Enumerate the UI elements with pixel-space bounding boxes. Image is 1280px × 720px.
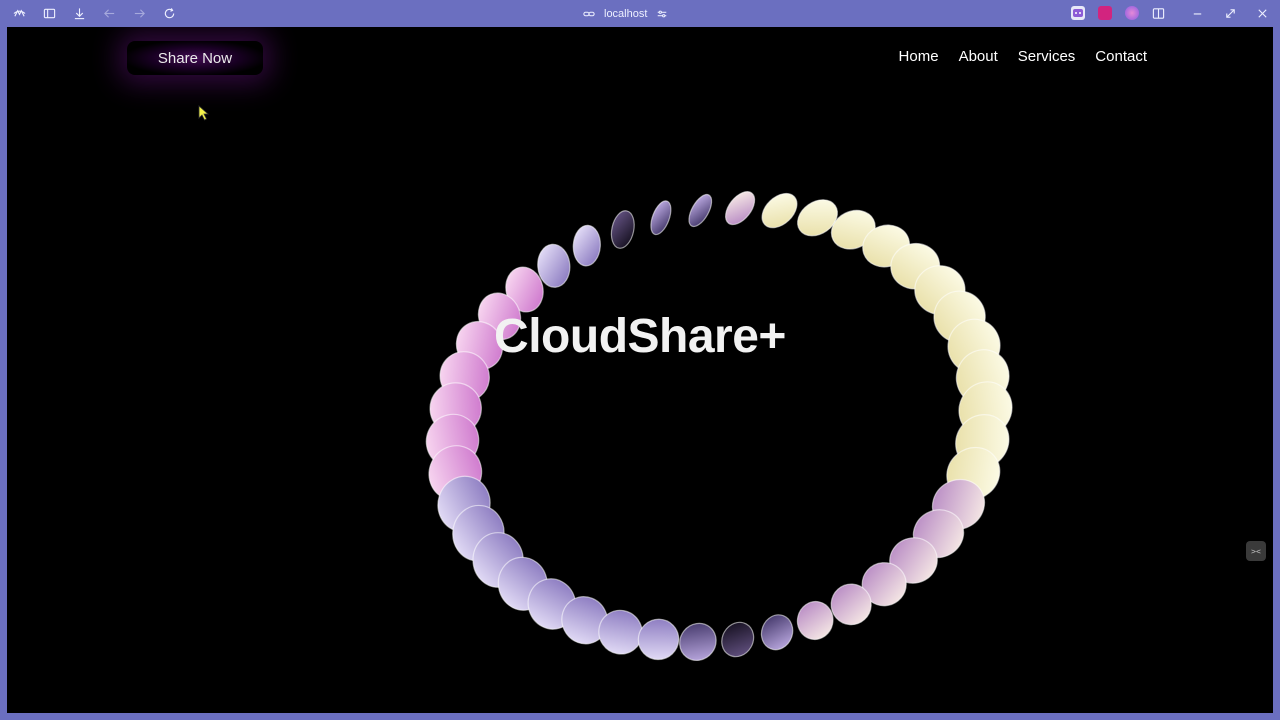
restore-icon[interactable]	[1222, 5, 1239, 22]
extension-icon[interactable]	[1071, 6, 1085, 20]
split-view-icon[interactable]	[1150, 5, 1167, 22]
site-settings-icon[interactable]	[656, 8, 668, 20]
ring-petal	[572, 224, 601, 267]
minimize-icon[interactable]	[1189, 5, 1206, 22]
ring-petal	[796, 600, 834, 641]
address-bar[interactable]: localhost	[583, 5, 668, 22]
extension-icon[interactable]	[1125, 6, 1139, 20]
ring-petal	[610, 210, 635, 249]
browser-logo-icon[interactable]	[11, 5, 28, 22]
mouse-cursor-icon	[198, 105, 210, 121]
reload-icon[interactable]	[161, 5, 178, 22]
side-panel-toggle[interactable]: ><	[1246, 541, 1266, 561]
ring-petal	[761, 192, 798, 229]
ring-petal	[760, 614, 794, 651]
ring-petal	[721, 621, 755, 658]
url-text: localhost	[604, 7, 648, 20]
hero-title: CloudShare+	[494, 310, 786, 363]
page-viewport: Share Now Home About Services Contact Cl…	[7, 27, 1273, 713]
sidebar-icon[interactable]	[41, 5, 58, 22]
extension-icon[interactable]	[1098, 6, 1112, 20]
ring-petal	[650, 200, 672, 236]
close-icon[interactable]	[1254, 5, 1271, 22]
hero-ring-graphic	[425, 191, 1013, 662]
ring-petal	[679, 622, 717, 662]
back-icon[interactable]	[101, 5, 118, 22]
download-icon[interactable]	[71, 5, 88, 22]
ring-petal	[725, 191, 756, 226]
forward-icon[interactable]	[131, 5, 148, 22]
browser-toolbar: localhost	[0, 0, 1280, 27]
link-icon	[583, 11, 595, 16]
ring-petal	[688, 193, 713, 228]
